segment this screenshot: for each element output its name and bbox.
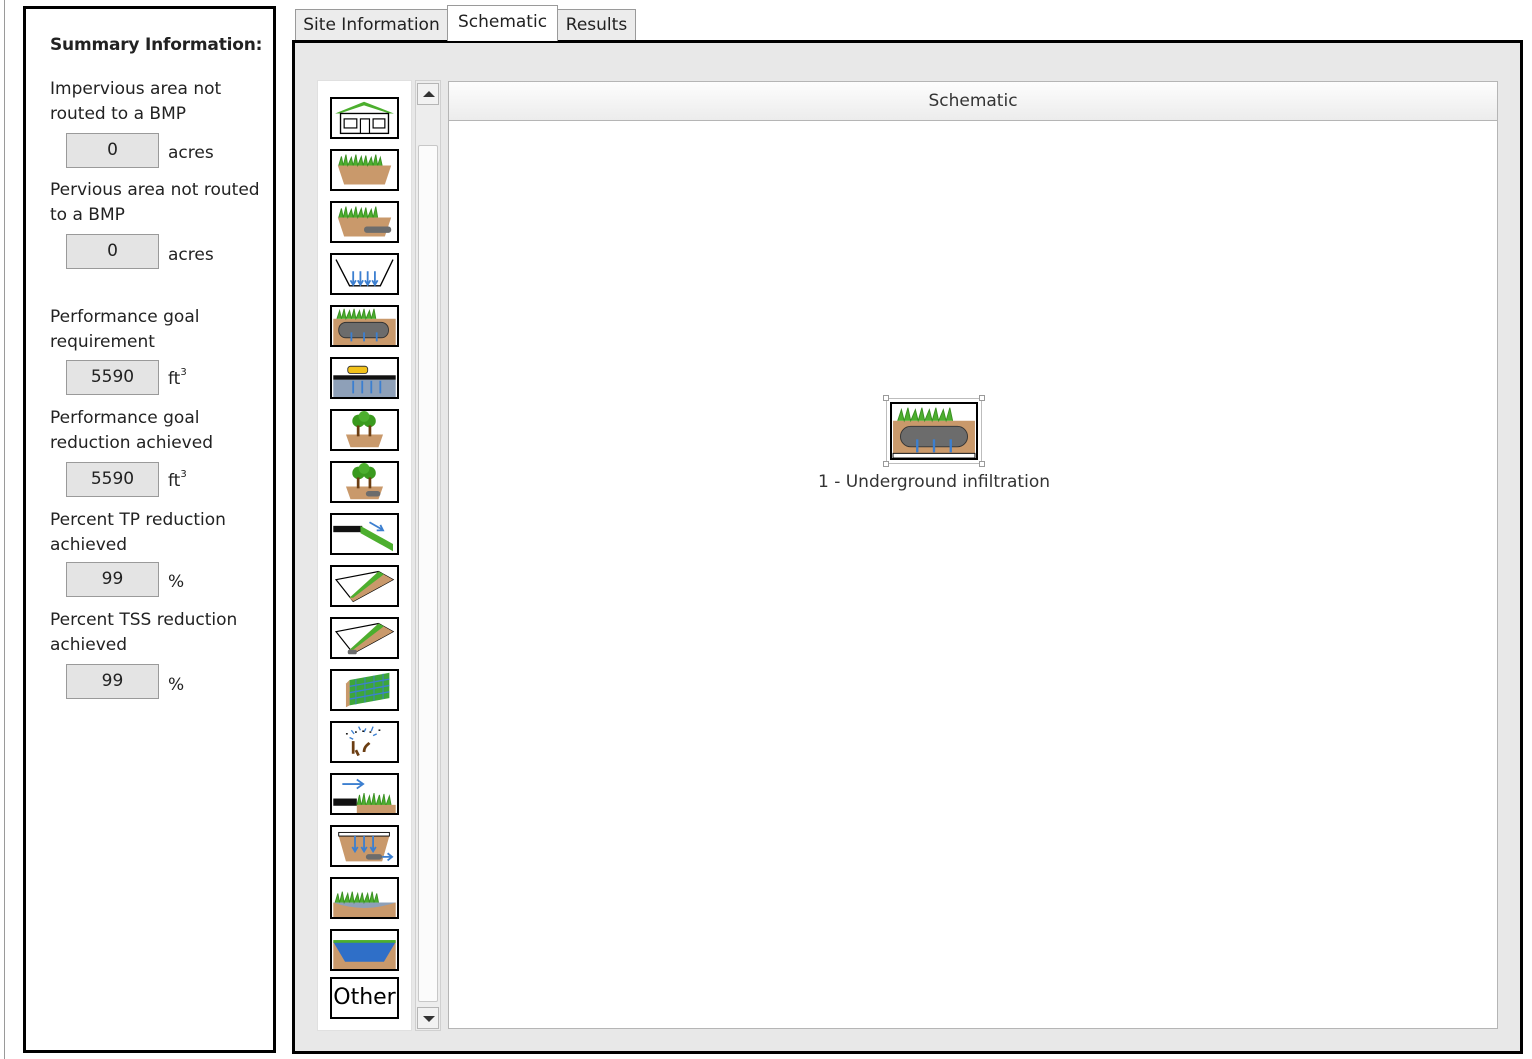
sand-filter-icon	[338, 831, 394, 862]
tab-schematic[interactable]: Schematic	[447, 5, 558, 41]
summary-panel: Summary Information: Impervious area not…	[23, 6, 276, 1053]
palette-tool[interactable]	[330, 669, 399, 711]
harvest-reuse-icon	[345, 726, 381, 757]
goal-achieved-unit: ft3	[168, 469, 187, 491]
goal-achieved-label: Performance goal reduction achieved	[50, 408, 213, 453]
tab-results[interactable]: Results	[557, 9, 636, 41]
goal-requirement-label: Performance goal requirement	[50, 307, 200, 352]
goal-requirement-value-field: 5590	[66, 360, 159, 395]
pervious-unit: acres	[168, 245, 214, 265]
palette-tool[interactable]	[330, 877, 399, 919]
resize-handle[interactable]	[883, 461, 889, 467]
summary-title: Summary Information:	[50, 35, 263, 55]
schematic-node[interactable]	[883, 395, 985, 467]
tab-site-information[interactable]: Site Information	[295, 9, 448, 41]
schematic-frame: Other Schematic 1 - Underground infiltra…	[292, 40, 1523, 1054]
underground-infiltration-icon	[333, 308, 396, 345]
canvas-header: Schematic	[449, 82, 1497, 121]
palette-tool[interactable]	[330, 253, 399, 295]
swale-underdrain-icon	[334, 622, 395, 655]
node-label: 1 - Underground infiltration	[817, 472, 1051, 492]
palette-tool[interactable]	[330, 149, 399, 191]
tree-trench-icon	[345, 411, 384, 448]
tss-reduction-value-field: 99	[66, 664, 159, 699]
palette-tool[interactable]	[330, 929, 399, 971]
palette-tool[interactable]	[330, 513, 399, 555]
goal-achieved-value-field: 5590	[66, 462, 159, 497]
goal-requirement-unit: ft3	[168, 367, 187, 389]
green-roof-icon	[333, 521, 393, 552]
wet-swale-icon	[333, 891, 396, 917]
pond-icon	[333, 940, 396, 969]
watershed-icon	[335, 101, 394, 135]
tree-trench-underdrain-icon	[345, 463, 384, 500]
filter-strip-icon	[345, 672, 390, 708]
palette-tool[interactable]	[330, 201, 399, 243]
tp-reduction-value-field: 99	[66, 562, 159, 597]
pervious-label: Pervious area not routed to a BMP	[50, 180, 260, 225]
palette-tool[interactable]	[330, 305, 399, 347]
chevron-up-icon	[423, 91, 435, 97]
node-image	[890, 402, 978, 460]
palette-tool[interactable]	[330, 617, 399, 659]
tss-reduction-label: Percent TSS reduction achieved	[50, 610, 238, 655]
scroll-thumb[interactable]	[418, 145, 438, 1002]
palette-scrollbar[interactable]	[415, 80, 441, 1031]
palette-tool[interactable]	[330, 409, 399, 451]
schematic-canvas[interactable]: Schematic 1 - Underground infiltration	[448, 81, 1498, 1029]
chevron-down-icon	[423, 1016, 435, 1022]
palette-tool[interactable]	[330, 97, 399, 139]
pervious-value-field: 0	[66, 234, 159, 269]
tss-reduction-unit: %	[168, 675, 185, 695]
bmp-palette: Other	[317, 80, 412, 1031]
palette-tool[interactable]	[330, 721, 399, 763]
palette-tool[interactable]	[330, 825, 399, 867]
impervious-value-field: 0	[66, 133, 159, 168]
palette-tool[interactable]	[330, 357, 399, 399]
palette-tool[interactable]	[330, 773, 399, 815]
vegetated-filter-icon	[333, 778, 396, 813]
bioretention-icon	[337, 154, 392, 185]
tp-reduction-label: Percent TP reduction achieved	[50, 510, 226, 555]
impervious-label: Impervious area not routed to a BMP	[50, 79, 222, 124]
scroll-up-button[interactable]	[417, 83, 439, 105]
impervious-unit: acres	[168, 143, 214, 163]
palette-tool-other[interactable]: Other	[330, 977, 399, 1019]
permeable-pavement-icon	[333, 365, 396, 397]
resize-handle[interactable]	[883, 395, 889, 401]
tp-reduction-unit: %	[168, 572, 185, 592]
palette-tool[interactable]	[330, 565, 399, 607]
palette-tool[interactable]	[330, 461, 399, 503]
resize-handle[interactable]	[979, 395, 985, 401]
infiltration-basin-icon	[335, 259, 394, 287]
resize-handle[interactable]	[979, 461, 985, 467]
bioretention-underdrain-icon	[337, 206, 392, 237]
swale-icon	[334, 570, 395, 603]
underground-infiltration-icon	[892, 407, 976, 458]
window-edge	[4, 0, 5, 1059]
scroll-down-button[interactable]	[417, 1007, 439, 1029]
